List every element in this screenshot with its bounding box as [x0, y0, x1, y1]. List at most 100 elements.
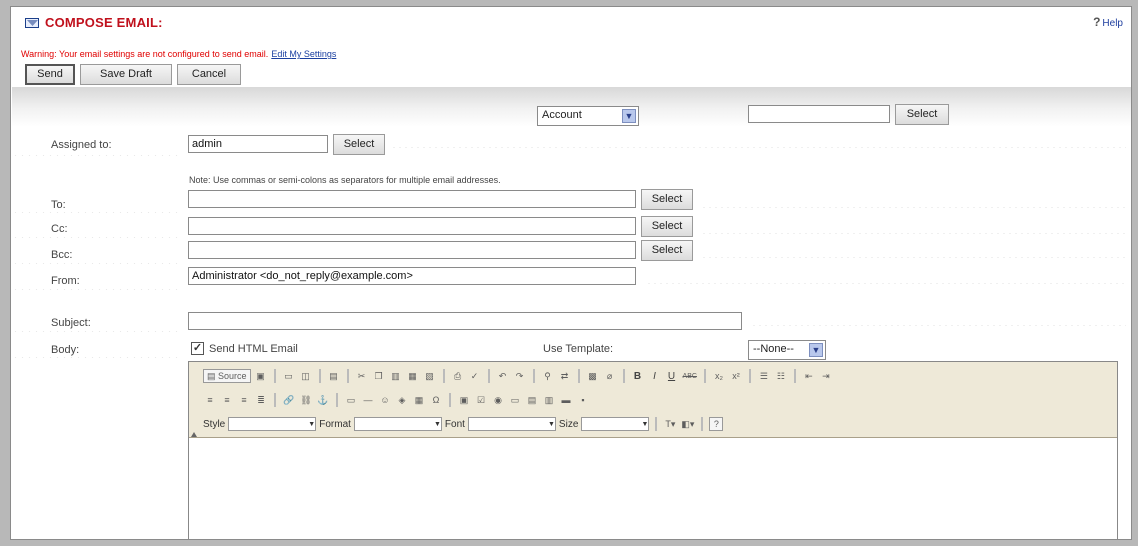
- undo-icon[interactable]: ↶: [496, 369, 510, 383]
- button-icon[interactable]: ▬: [559, 393, 573, 407]
- image-button-icon[interactable]: ▪: [576, 393, 590, 407]
- preview-icon[interactable]: ◫: [299, 369, 313, 383]
- form-icon[interactable]: ▣: [457, 393, 471, 407]
- toolbar-separator: [318, 369, 321, 383]
- paste-text-icon[interactable]: ▦: [406, 369, 420, 383]
- textfield-icon[interactable]: ▭: [508, 393, 522, 407]
- align-left-icon[interactable]: ≡: [203, 393, 217, 407]
- smiley-icon[interactable]: ☺: [378, 393, 392, 407]
- bold-button[interactable]: B: [631, 369, 645, 383]
- unlink-icon[interactable]: ⛓: [299, 393, 313, 407]
- cut-icon[interactable]: ✂: [355, 369, 369, 383]
- select-field-icon[interactable]: ▥: [542, 393, 556, 407]
- checkbox-icon[interactable]: ☑: [474, 393, 488, 407]
- new-page-icon[interactable]: ▭: [282, 369, 296, 383]
- save-draft-button[interactable]: Save Draft: [80, 64, 172, 85]
- indent-icon[interactable]: ⇥: [819, 369, 833, 383]
- help-icon: ?: [1093, 15, 1101, 29]
- font-select[interactable]: ▼: [467, 417, 556, 431]
- outdent-icon[interactable]: ⇤: [802, 369, 816, 383]
- remove-format-icon[interactable]: ⌀: [603, 369, 617, 383]
- image-icon[interactable]: ▭: [344, 393, 358, 407]
- from-input[interactable]: Administrator <do_not_reply@example.com>: [188, 267, 636, 285]
- cancel-button[interactable]: Cancel: [177, 64, 241, 85]
- template-select[interactable]: --None-- ▼: [748, 340, 826, 360]
- template-value: --None--: [753, 343, 794, 355]
- side-divider: [12, 263, 182, 264]
- toolbar-separator: [336, 393, 338, 407]
- save-icon[interactable]: ▣: [254, 369, 268, 383]
- background-color-icon[interactable]: ◧▾: [680, 417, 695, 431]
- cc-input[interactable]: [188, 217, 636, 235]
- parent-name-input[interactable]: [748, 105, 890, 123]
- collapse-toolbar-icon[interactable]: [191, 428, 197, 437]
- align-justify-icon[interactable]: ≣: [254, 393, 268, 407]
- body-label: Body:: [51, 344, 80, 356]
- toolbar-separator: [449, 393, 451, 407]
- to-label: To:: [51, 199, 66, 211]
- textarea-icon[interactable]: ▤: [525, 393, 539, 407]
- spellcheck-icon[interactable]: ✓: [468, 369, 482, 383]
- help-link[interactable]: ? Help: [1093, 15, 1123, 29]
- text-color-icon[interactable]: T▾: [663, 417, 677, 431]
- templates-icon[interactable]: ▤: [327, 369, 341, 383]
- body-editor[interactable]: ▤ Source ▣ ▭ ◫ ▤ ✂ ❐ ▥ ▦ ▧ ⎙ ✓ ↶ ↷ ⚲ ⇄ ▩…: [188, 361, 1118, 539]
- settings-warning: Warning: Your email settings are not con…: [21, 49, 336, 59]
- send-html-checkbox[interactable]: ✓: [191, 342, 204, 355]
- special-char-icon[interactable]: Ω: [429, 393, 443, 407]
- copy-icon[interactable]: ❐: [372, 369, 386, 383]
- numbered-list-icon[interactable]: ☰: [757, 369, 771, 383]
- style-select[interactable]: ▼: [228, 417, 317, 431]
- to-select-button[interactable]: Select: [641, 189, 693, 210]
- use-template-label: Use Template:: [543, 343, 614, 355]
- underline-button[interactable]: U: [665, 369, 679, 383]
- side-divider: [12, 331, 182, 332]
- parent-type-value: Account: [542, 109, 582, 121]
- subject-input[interactable]: [188, 312, 742, 330]
- from-label: From:: [51, 275, 80, 287]
- assigned-to-select-button[interactable]: Select: [333, 134, 385, 155]
- source-button[interactable]: ▤ Source: [203, 369, 251, 383]
- paste-icon[interactable]: ▥: [389, 369, 403, 383]
- replace-icon[interactable]: ⇄: [558, 369, 572, 383]
- bcc-select-button[interactable]: Select: [641, 240, 693, 261]
- subscript-button[interactable]: x₂: [712, 369, 726, 383]
- redo-icon[interactable]: ↷: [513, 369, 527, 383]
- anchor-icon[interactable]: ⚓: [316, 393, 330, 407]
- strikethrough-button[interactable]: ABC: [682, 369, 698, 383]
- row-divider: [751, 325, 1126, 326]
- flash-icon[interactable]: ◈: [395, 393, 409, 407]
- format-select[interactable]: ▼: [353, 417, 442, 431]
- size-select[interactable]: ▼: [581, 417, 650, 431]
- link-icon[interactable]: 🔗: [282, 393, 296, 407]
- radio-icon[interactable]: ◉: [491, 393, 505, 407]
- find-icon[interactable]: ⚲: [541, 369, 555, 383]
- edit-my-settings-link[interactable]: Edit My Settings: [271, 49, 336, 59]
- side-divider: [12, 212, 182, 213]
- toolbar-separator: [442, 369, 445, 383]
- editor-content-area[interactable]: [189, 438, 1117, 539]
- editor-help-button[interactable]: ?: [709, 417, 724, 431]
- superscript-button[interactable]: x²: [729, 369, 743, 383]
- table-icon[interactable]: ▦: [412, 393, 426, 407]
- bcc-input[interactable]: [188, 241, 636, 259]
- assigned-to-input[interactable]: admin: [188, 135, 328, 153]
- paste-word-icon[interactable]: ▧: [423, 369, 437, 383]
- bulleted-list-icon[interactable]: ☷: [774, 369, 788, 383]
- select-all-icon[interactable]: ▩: [586, 369, 600, 383]
- warning-text: Warning: Your email settings are not con…: [21, 49, 269, 59]
- align-center-icon[interactable]: ≡: [220, 393, 234, 407]
- cc-select-button[interactable]: Select: [641, 216, 693, 237]
- align-right-icon[interactable]: ≡: [237, 393, 251, 407]
- help-label[interactable]: Help: [1102, 18, 1123, 29]
- italic-button[interactable]: I: [648, 369, 662, 383]
- toolbar-separator: [487, 369, 490, 383]
- parent-select-button[interactable]: Select: [895, 104, 949, 125]
- cc-label: Cc:: [51, 223, 68, 235]
- parent-type-select[interactable]: Account ▼: [537, 106, 639, 126]
- row-divider: [701, 257, 1126, 258]
- horizontal-rule-icon[interactable]: —: [361, 393, 375, 407]
- print-icon[interactable]: ⎙: [451, 369, 465, 383]
- to-input[interactable]: [188, 190, 636, 208]
- send-button[interactable]: Send: [25, 64, 75, 85]
